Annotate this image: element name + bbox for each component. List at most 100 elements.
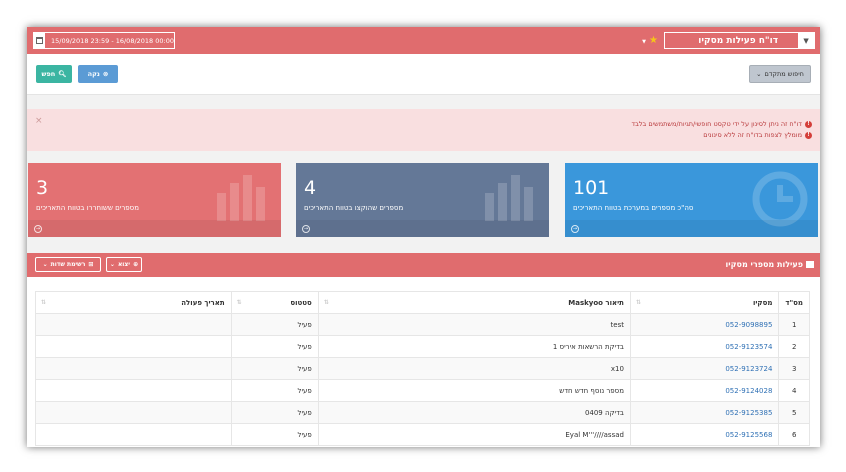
- cell-status: פעיל: [230, 423, 319, 446]
- stat-value: 101: [573, 177, 610, 199]
- panel-title-text: פעילות מספרי מסקיו: [725, 260, 803, 269]
- cell-description: test: [317, 313, 631, 336]
- app-window: ▼ דו"ח פעילות מסקיו ★ ▼ 15/09/2018 23:59…: [27, 27, 820, 447]
- export-button[interactable]: ⌄ יצוא ⊕: [106, 257, 142, 272]
- cell-description: בדיקה 0409: [317, 401, 631, 424]
- card-footer: [565, 220, 818, 237]
- chevron-down-icon[interactable]: ▼: [798, 33, 814, 48]
- cell-action-date: [35, 401, 232, 424]
- stat-label: מספרים ששוחררו בטווח התאריכים: [36, 204, 139, 212]
- table-row: 4 052-9124028 מספר נוסף חדש חדש פעיל: [35, 379, 810, 402]
- export-icon: ⊕: [133, 261, 139, 268]
- search-toolbar: חפש 🔍︎ נקה ⊗ ⌄ חיפוש מתקדם: [27, 54, 820, 95]
- refresh-icon: ⊗: [102, 70, 109, 78]
- chevron-down-icon: ⌄: [42, 261, 48, 268]
- chevron-down-icon: ⌄: [756, 70, 762, 78]
- grid-icon: ⊞: [88, 261, 94, 268]
- alert-text-2: מומלץ לצפות בדו"ח זה ללא סינונים: [703, 131, 802, 139]
- column-header-maskyoo[interactable]: מסקיו ⇅: [629, 291, 780, 314]
- search-button[interactable]: חפש 🔍︎: [36, 65, 72, 83]
- search-button-label: חפש: [41, 70, 56, 78]
- cell-maskyoo-link[interactable]: 052-9098895: [629, 313, 780, 336]
- arrow-right-icon[interactable]: →: [571, 225, 579, 233]
- cell-action-date: [35, 335, 232, 358]
- cell-action-date: [35, 379, 232, 402]
- stat-card-total[interactable]: 101 סה"כ מספרים במערכת בטווח התאריכים →: [565, 163, 818, 237]
- cell-index: 1: [778, 313, 810, 336]
- search-icon: 🔍︎: [58, 70, 67, 78]
- cell-maskyoo-link[interactable]: 052-9125568: [629, 423, 780, 446]
- cell-index: 6: [778, 423, 810, 446]
- stat-value: 3: [36, 177, 49, 199]
- sort-icon[interactable]: ⇅: [324, 299, 329, 306]
- cell-description: Eyal M'''////assad: [317, 423, 631, 446]
- favorites-caret-icon[interactable]: ▼: [642, 39, 646, 45]
- card-footer: [296, 220, 549, 237]
- columns-list-button[interactable]: ⌄ רשימת שדות ⊞: [35, 257, 101, 272]
- columns-list-label: רשימת שדות: [50, 261, 86, 268]
- cell-index: 4: [778, 379, 810, 402]
- cell-maskyoo-link[interactable]: 052-9123574: [629, 335, 780, 358]
- advanced-search-label: חיפוש מתקדם: [764, 70, 804, 78]
- cell-status: פעיל: [230, 335, 319, 358]
- calendar-icon[interactable]: [34, 33, 45, 48]
- sort-icon[interactable]: ⇅: [41, 299, 46, 306]
- cell-index: 2: [778, 335, 810, 358]
- panel-title: פעילות מספרי מסקיו: [726, 260, 814, 269]
- clock-icon: [752, 171, 808, 227]
- report-selector[interactable]: ▼ דו"ח פעילות מסקיו: [664, 32, 815, 49]
- table-panel-header: פעילות מספרי מסקיו ⌄ יצוא ⊕ ⌄ רשימת שדות…: [27, 253, 820, 277]
- alert-text-1: דו"ח זה ניתן לסינון על ידי טקסט חופשי/תג…: [631, 120, 802, 128]
- cell-status: פעיל: [230, 379, 319, 402]
- filter-alert: ! דו"ח זה ניתן לסינון על ידי טקסט חופשי/…: [27, 109, 820, 151]
- arrow-right-icon[interactable]: →: [34, 225, 42, 233]
- cell-index: 5: [778, 401, 810, 424]
- bar-chart-icon: [485, 175, 533, 221]
- table-icon: [806, 261, 814, 268]
- advanced-search-button[interactable]: ⌄ חיפוש מתקדם: [749, 65, 811, 83]
- table-row: 2 052-9123574 בדיקת הרשאות איריס 1 פעיל: [35, 335, 810, 358]
- cell-action-date: [35, 357, 232, 380]
- cell-index: 3: [778, 357, 810, 380]
- activity-table: מס"ד מסקיו ⇅ תיאור Maskyoo ⇅ סטטוס ⇅ תאריך …: [35, 291, 810, 446]
- table-row: 3 052-9123724 x10 פעיל: [35, 357, 810, 380]
- exclamation-icon: !: [805, 120, 812, 128]
- cell-maskyoo-link[interactable]: 052-9125385: [629, 401, 780, 424]
- arrow-right-icon[interactable]: →: [302, 225, 310, 233]
- bar-chart-icon: [217, 175, 265, 221]
- cell-maskyoo-link[interactable]: 052-9124028: [629, 379, 780, 402]
- report-name: דו"ח פעילות מסקיו: [698, 35, 778, 46]
- cell-description: x10: [317, 357, 631, 380]
- cell-status: פעיל: [230, 401, 319, 424]
- close-icon[interactable]: ×: [35, 116, 43, 126]
- cell-description: מספר נוסף חדש חדש: [317, 379, 631, 402]
- column-header-action-date[interactable]: תאריך פעולה ⇅: [35, 291, 232, 314]
- stat-label: סה"כ מספרים במערכת בטווח התאריכים: [573, 204, 694, 212]
- column-header-status[interactable]: סטטוס ⇅: [230, 291, 319, 314]
- cell-maskyoo-link[interactable]: 052-9123724: [629, 357, 780, 380]
- cell-description: בדיקת הרשאות איריס 1: [317, 335, 631, 358]
- stat-label: מספרים שהוקצו בטווח התאריכים: [304, 204, 404, 212]
- table-row: 1 052-9098895 test פעיל: [35, 313, 810, 336]
- clear-button-label: נקה: [87, 70, 100, 78]
- alert-line: ! מומלץ לצפות בדו"ח זה ללא סינונים: [703, 131, 812, 139]
- exclamation-icon: !: [805, 131, 812, 139]
- chevron-down-icon: ⌄: [109, 261, 115, 268]
- table-row: 6 052-9125568 Eyal M'''////assad פעיל: [35, 423, 810, 446]
- column-header-description[interactable]: תיאור Maskyoo ⇅: [317, 291, 631, 314]
- stat-card-allocated[interactable]: 4 מספרים שהוקצו בטווח התאריכים →: [296, 163, 549, 237]
- export-label: יצוא: [117, 261, 131, 268]
- date-range-picker[interactable]: 15/09/2018 23:59 - 16/08/2018 00:00: [33, 32, 175, 49]
- cell-status: פעיל: [230, 357, 319, 380]
- column-header-index[interactable]: מס"ד: [778, 291, 810, 314]
- sort-icon[interactable]: ⇅: [636, 299, 641, 306]
- table-container: מס"ד מסקיו ⇅ תיאור Maskyoo ⇅ סטטוס ⇅ תאריך …: [27, 277, 820, 447]
- stat-card-released[interactable]: 3 מספרים ששוחררו בטווח התאריכים →: [28, 163, 281, 237]
- star-icon[interactable]: ★: [649, 36, 658, 46]
- clear-button[interactable]: נקה ⊗: [78, 65, 118, 83]
- card-footer: [28, 220, 281, 237]
- sort-icon[interactable]: ⇅: [237, 299, 242, 306]
- date-range-text: 15/09/2018 23:59 - 16/08/2018 00:00: [50, 36, 174, 45]
- stat-value: 4: [304, 177, 317, 199]
- alert-line: ! דו"ח זה ניתן לסינון על ידי טקסט חופשי/…: [632, 120, 812, 128]
